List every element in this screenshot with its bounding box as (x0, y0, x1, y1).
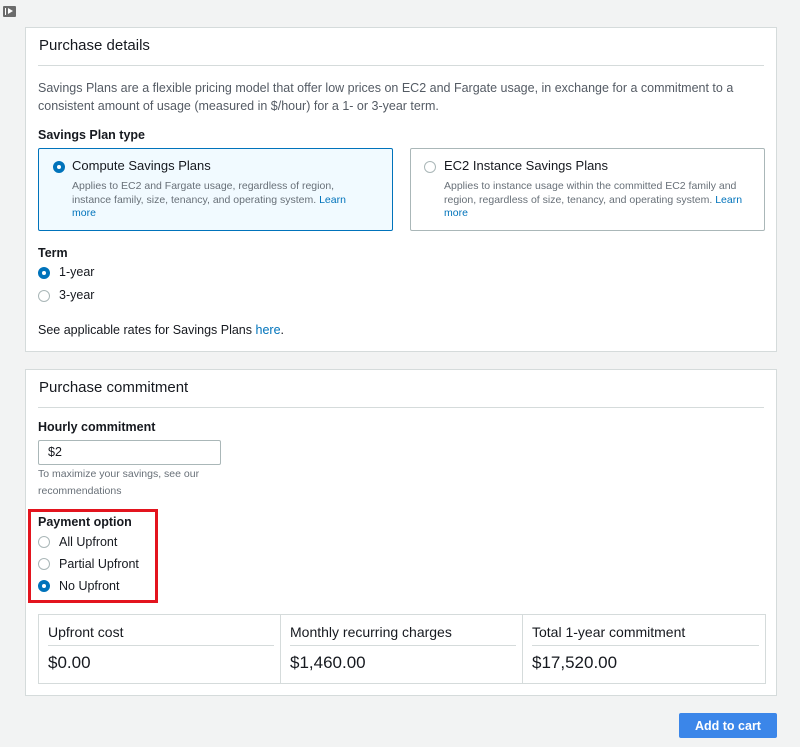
term-3-year-label: 3-year (59, 288, 95, 302)
total-commitment-value: $17,520.00 (532, 653, 618, 672)
term-3-year-radio[interactable] (38, 290, 50, 302)
recommendations-hint: To maximize your savings, see our (38, 468, 200, 480)
compute-savings-plans-description: Applies to EC2 and Fargate usage, regard… (72, 180, 346, 219)
compute-savings-plans-radio[interactable] (53, 161, 65, 173)
rates-here-link[interactable]: here (256, 323, 281, 337)
ec2-instance-savings-plans-description: Applies to instance usage within the com… (444, 180, 743, 219)
purchase-details-panel: Purchase details Savings Plans are a fle… (25, 27, 777, 352)
ec2-instance-savings-plans-radio[interactable] (424, 161, 436, 173)
hourly-commitment-input[interactable]: $2 (38, 440, 221, 465)
monthly-charges-label: Monthly recurring charges (290, 624, 452, 640)
term-1-year-label: 1-year (59, 265, 95, 279)
add-to-cart-button[interactable]: Add to cart (679, 713, 777, 738)
rates-text: See applicable rates for Savings Plans h… (38, 323, 285, 337)
purchase-details-title: Purchase details (38, 28, 764, 66)
cost-summary: Upfront cost $0.00 Monthly recurring cha… (38, 614, 766, 684)
term-label: Term (38, 246, 68, 260)
panel-toggle-icon[interactable] (3, 6, 16, 17)
monthly-charges-value: $1,460.00 (290, 653, 366, 672)
total-commitment-cell: Total 1-year commitment $17,520.00 (522, 615, 765, 683)
ec2-instance-savings-plans-title: EC2 Instance Savings Plans (444, 158, 609, 173)
hourly-commitment-label: Hourly commitment (38, 420, 156, 434)
upfront-cost-value: $0.00 (48, 653, 91, 672)
upfront-cost-label: Upfront cost (48, 624, 124, 640)
compute-savings-plans-tile[interactable]: Compute Savings Plans Applies to EC2 and… (38, 148, 393, 231)
term-1-year-radio[interactable] (38, 267, 50, 279)
upfront-cost-cell: Upfront cost $0.00 (39, 615, 280, 683)
plan-type-label: Savings Plan type (38, 128, 145, 142)
ec2-instance-savings-plans-tile[interactable]: EC2 Instance Savings Plans Applies to in… (410, 148, 765, 231)
compute-savings-plans-title: Compute Savings Plans (72, 158, 211, 173)
payment-option-highlight (28, 509, 158, 603)
purchase-commitment-title: Purchase commitment (38, 370, 764, 408)
recommendations-link[interactable]: recommendations (38, 483, 121, 500)
total-commitment-label: Total 1-year commitment (532, 624, 686, 640)
monthly-charges-cell: Monthly recurring charges $1,460.00 (280, 615, 522, 683)
savings-plans-description: Savings Plans are a flexible pricing mod… (38, 81, 734, 113)
